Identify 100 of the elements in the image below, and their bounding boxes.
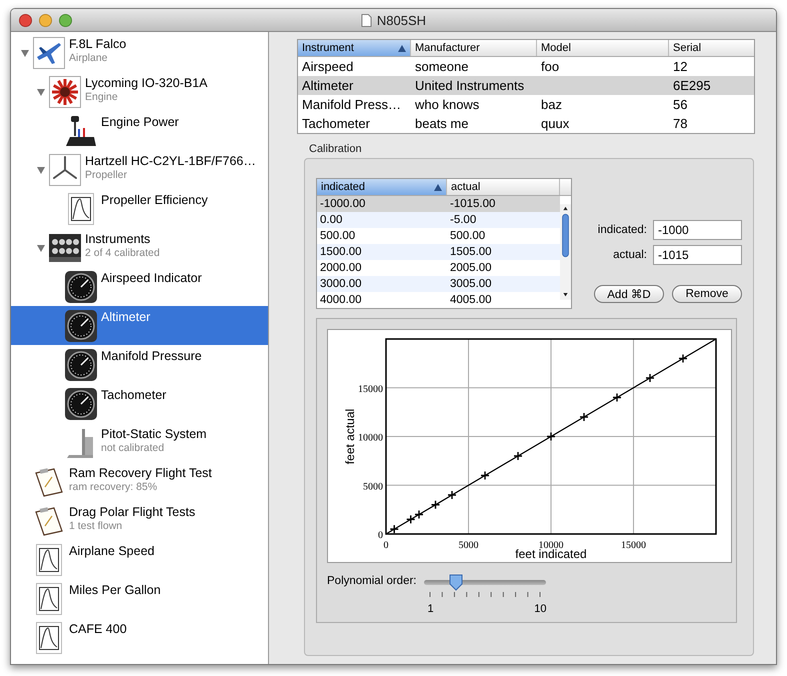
table-row[interactable]: 2000.00 2005.00 (317, 260, 560, 276)
sidebar-row[interactable]: Propeller Efficiency (11, 189, 268, 228)
disclosure-triangle-icon[interactable] (36, 242, 46, 252)
data-point (645, 373, 655, 383)
data-point (579, 412, 589, 422)
column-header[interactable]: Manufacturer (411, 40, 537, 56)
close-icon[interactable] (19, 14, 32, 26)
x-tick-label: 5000 (458, 540, 478, 551)
x-axis-label: feet indicated (515, 547, 587, 561)
table-cell: 1500.00 (320, 246, 362, 258)
table-row[interactable]: 3000.00 3005.00 (317, 276, 560, 292)
item-subtitle: Propeller (85, 169, 128, 182)
item-subtitle: 1 test flown (69, 520, 124, 533)
column-header[interactable]: indicated (317, 179, 447, 195)
clipboard-icon (33, 504, 65, 536)
item-subtitle: Engine (85, 91, 119, 104)
data-point (430, 500, 440, 510)
data-point (546, 432, 556, 442)
push-button[interactable]: Add ⌘D (594, 285, 664, 303)
slider[interactable] (424, 574, 546, 591)
table-cell: 500.00 (450, 230, 486, 242)
input-field[interactable]: -1000 (653, 220, 742, 240)
document-icon (360, 14, 372, 26)
disclosure-triangle-icon[interactable] (36, 86, 46, 96)
data-point (447, 490, 457, 500)
table-cell: Airspeed (302, 59, 354, 74)
minimize-icon[interactable] (39, 14, 52, 26)
table-cell: 0.00 (320, 214, 342, 226)
slider-label: Polynomial order: (327, 575, 416, 589)
table-cell: Manifold Press… (302, 97, 401, 112)
y-tick-label: 10000 (358, 432, 383, 444)
sidebar-row[interactable]: Miles Per Gallon (11, 579, 268, 618)
sidebar-row[interactable]: Tachometer (11, 384, 268, 423)
y-tick-label: 0 (378, 530, 383, 541)
item-title: Instruments (85, 231, 152, 247)
sidebar-row[interactable]: Ram Recovery Flight Test ram recovery: 85% (11, 462, 268, 501)
item-subtitle: 2 of 4 calibrated (85, 247, 160, 260)
data-point (513, 451, 523, 461)
table-cell: -1000.00 (320, 198, 366, 210)
table-cell: 78 (673, 116, 688, 131)
table-row[interactable]: Airspeed someone foo 12 (298, 57, 754, 76)
table-cell: beats me (415, 116, 468, 131)
slider-thumb[interactable] (448, 574, 463, 591)
item-title: Tachometer (101, 387, 166, 403)
table-row[interactable]: 4000.00 4005.00 (317, 292, 560, 308)
sidebar-row[interactable]: Pitot-Static System not calibrated (11, 423, 268, 462)
column-header[interactable]: Model (537, 40, 669, 56)
item-subtitle: not calibrated (101, 442, 166, 455)
table-row[interactable]: -1000.00 -1015.00 (317, 196, 560, 212)
sidebar-row[interactable]: Engine Power (11, 111, 268, 150)
push-button[interactable]: Remove (672, 285, 742, 303)
throttle-icon (65, 114, 97, 146)
data-point (414, 510, 424, 520)
sort-arrow-icon (434, 184, 442, 190)
sidebar-row[interactable]: CAFE 400 (11, 618, 268, 657)
item-title: Altimeter (101, 309, 150, 325)
sidebar-row[interactable]: Airspeed Indicator (11, 267, 268, 306)
table-cell: United Instruments (415, 78, 524, 93)
table-cell: Altimeter (302, 78, 354, 93)
item-title: Ram Recovery Flight Test (69, 465, 212, 481)
column-header[interactable]: actual (447, 179, 560, 195)
item-title: Lycoming IO-320-B1A (85, 75, 208, 91)
table-cell: 56 (673, 97, 688, 112)
table-cell: baz (541, 97, 562, 112)
disclosure-triangle-icon[interactable] (36, 164, 46, 174)
sidebar-row[interactable]: Instruments 2 of 4 calibrated (11, 228, 268, 267)
table-cell: 12 (673, 59, 688, 74)
item-title: Airspeed Indicator (101, 270, 202, 286)
disclosure-triangle-icon[interactable] (20, 48, 30, 58)
table-row[interactable]: Tachometer beats me quux 78 (298, 114, 754, 133)
table-row[interactable]: Manifold Press… who knows baz 56 (298, 95, 754, 114)
gauge-icon (65, 348, 97, 380)
sidebar-row[interactable]: F.8L Falco Airplane (11, 33, 268, 72)
column-header[interactable]: Instrument (298, 40, 411, 56)
instrument-panel-icon (49, 232, 81, 264)
column-header[interactable]: Serial (669, 40, 754, 56)
item-title: Hartzell HC-C2YL-1BF/F766… (85, 153, 256, 169)
table-row[interactable]: 0.00 -5.00 (317, 212, 560, 228)
slider-max-label: 10 (534, 603, 546, 615)
y-tick-label: 5000 (363, 481, 383, 492)
sidebar-row[interactable]: Airplane Speed (11, 540, 268, 579)
table-cell: Tachometer (302, 116, 370, 131)
zoom-icon[interactable] (59, 14, 72, 26)
sidebar-row[interactable]: Drag Polar Flight Tests 1 test flown (11, 501, 268, 540)
table-row[interactable]: Altimeter United Instruments 6E295 (298, 76, 754, 95)
table-row[interactable]: 500.00 500.00 (317, 228, 560, 244)
input-field[interactable]: -1015 (653, 245, 742, 265)
table-cell: 3000.00 (320, 278, 362, 290)
table-cell: 500.00 (320, 230, 356, 242)
item-subtitle: Airplane (69, 52, 109, 65)
sort-arrow-icon (398, 44, 406, 52)
sidebar-row[interactable]: Lycoming IO-320-B1A Engine (11, 72, 268, 111)
sidebar-row[interactable]: Manifold Pressure (11, 345, 268, 384)
table-row[interactable]: 1500.00 1505.00 (317, 244, 560, 260)
group-title: Calibration (309, 143, 363, 155)
item-title: Pitot-Static System (101, 426, 207, 442)
sidebar-row[interactable]: Altimeter (11, 306, 268, 345)
slider-min-label: 1 (427, 603, 434, 615)
propeller-icon (49, 154, 81, 186)
sidebar-row[interactable]: Hartzell HC-C2YL-1BF/F766… Propeller (11, 150, 268, 189)
